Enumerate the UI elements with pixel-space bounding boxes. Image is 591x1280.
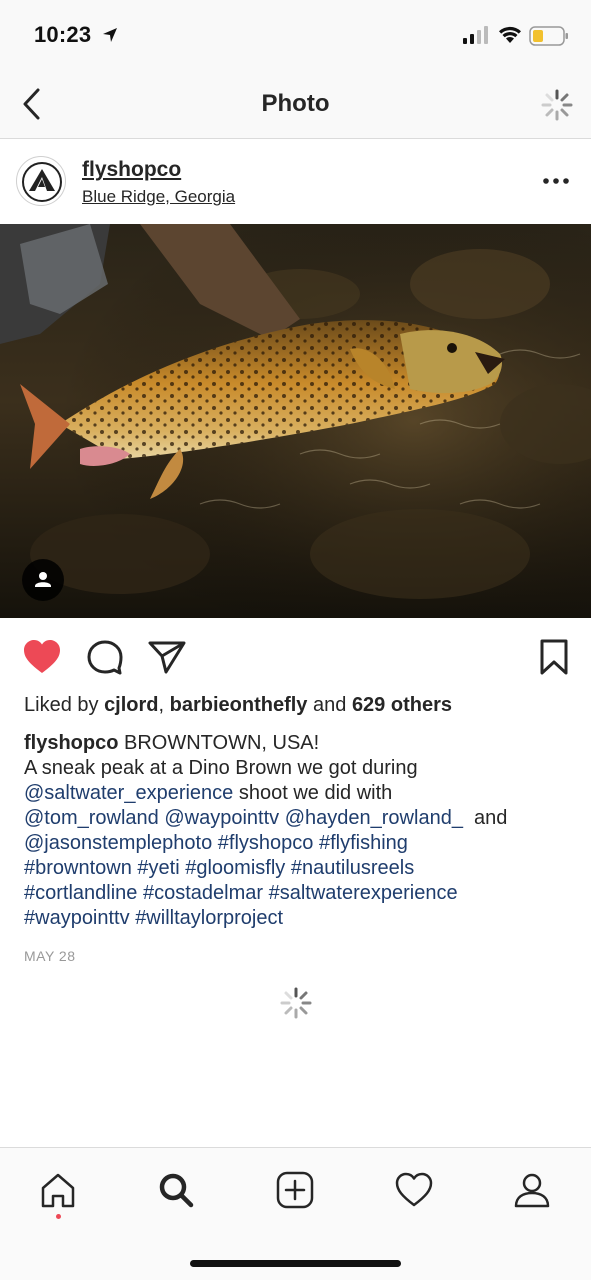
search-icon[interactable]: [156, 1170, 196, 1210]
home-icon[interactable]: [38, 1170, 78, 1210]
post-photo[interactable]: [0, 224, 591, 618]
caption-hashtag[interactable]: #flyshopco: [218, 832, 314, 854]
caption-hashtag[interactable]: #yeti: [137, 857, 179, 879]
caption-hashtag[interactable]: #nautilusreels: [291, 857, 414, 879]
post-username[interactable]: flyshopco: [82, 158, 181, 182]
caption-mention[interactable]: @tom_rowland: [24, 807, 159, 829]
heart-filled-icon[interactable]: [22, 638, 62, 676]
likes-and: and: [313, 694, 347, 716]
caption-hashtag[interactable]: #willtaylorproject: [135, 907, 283, 929]
likes-others-count[interactable]: 629 others: [352, 694, 452, 716]
caption-hashtag[interactable]: #browntown: [24, 857, 132, 879]
post-caption: flyshopco BROWNTOWN, USA! A sneak peak a…: [24, 731, 574, 931]
person-tag-icon: [35, 572, 51, 587]
caption-username[interactable]: flyshopco: [24, 732, 118, 754]
caption-mention[interactable]: @jasonstemplephoto: [24, 832, 212, 854]
caption-mention[interactable]: @saltwater_experience: [24, 782, 233, 804]
likes-prefix: Liked by: [24, 694, 99, 716]
caption-hashtag[interactable]: #saltwaterexperience: [269, 882, 458, 904]
caption-mention[interactable]: @waypointtv: [164, 807, 279, 829]
tab-bar: [0, 1147, 591, 1280]
add-post-icon[interactable]: [275, 1170, 315, 1210]
status-bar: 10:23: [0, 0, 591, 70]
location-arrow-icon: [103, 28, 117, 42]
caption-text: and: [462, 807, 508, 829]
notification-dot: [56, 1214, 61, 1219]
activity-heart-icon[interactable]: [394, 1170, 434, 1210]
more-horizontal-icon[interactable]: [543, 174, 569, 188]
status-time: 10:23: [34, 22, 92, 47]
avatar[interactable]: [16, 156, 66, 206]
post-date: MAY 28: [24, 948, 76, 964]
loading-spinner-icon: [541, 89, 573, 121]
caption-hashtag[interactable]: #waypointtv: [24, 907, 130, 929]
comment-icon[interactable]: [86, 638, 124, 676]
caption-text: A sneak peak at a Dino Brown we got duri…: [24, 757, 418, 779]
likes-line: Liked by cjlord, barbieonthefly and 629 …: [24, 694, 452, 717]
caption-hashtag[interactable]: #costadelmar: [143, 882, 263, 904]
battery-icon: [529, 26, 568, 46]
bookmark-icon[interactable]: [537, 638, 571, 676]
loading-spinner-icon: [280, 987, 312, 1019]
likes-separator: ,: [158, 694, 165, 716]
post-actions: [0, 630, 591, 686]
caption-hashtag[interactable]: #cortlandline: [24, 882, 137, 904]
caption-text: BROWNTOWN, USA!: [118, 732, 320, 754]
caption-mention[interactable]: @hayden_rowland_: [285, 807, 463, 829]
home-indicator: [190, 1260, 401, 1267]
liked-by-user-2[interactable]: barbieonthefly: [170, 694, 308, 716]
nav-bar: Photo: [0, 70, 591, 139]
caption-text: shoot we did with: [233, 782, 393, 804]
wifi-icon: [499, 26, 521, 43]
caption-hashtag[interactable]: #gloomisfly: [185, 857, 285, 879]
post-location[interactable]: Blue Ridge, Georgia: [82, 187, 235, 207]
brown-trout-photo: [0, 224, 591, 618]
page-title: Photo: [261, 90, 330, 117]
paper-plane-icon[interactable]: [147, 638, 187, 676]
signal-icon: [463, 26, 488, 44]
tag-people-button[interactable]: [22, 559, 64, 601]
caption-hashtag[interactable]: #flyfishing: [319, 832, 408, 854]
profile-icon[interactable]: [512, 1170, 552, 1210]
post-header: flyshopco Blue Ridge, Georgia: [0, 140, 591, 224]
flyshop-logo-icon: [22, 162, 62, 202]
liked-by-user-1[interactable]: cjlord: [104, 694, 158, 716]
